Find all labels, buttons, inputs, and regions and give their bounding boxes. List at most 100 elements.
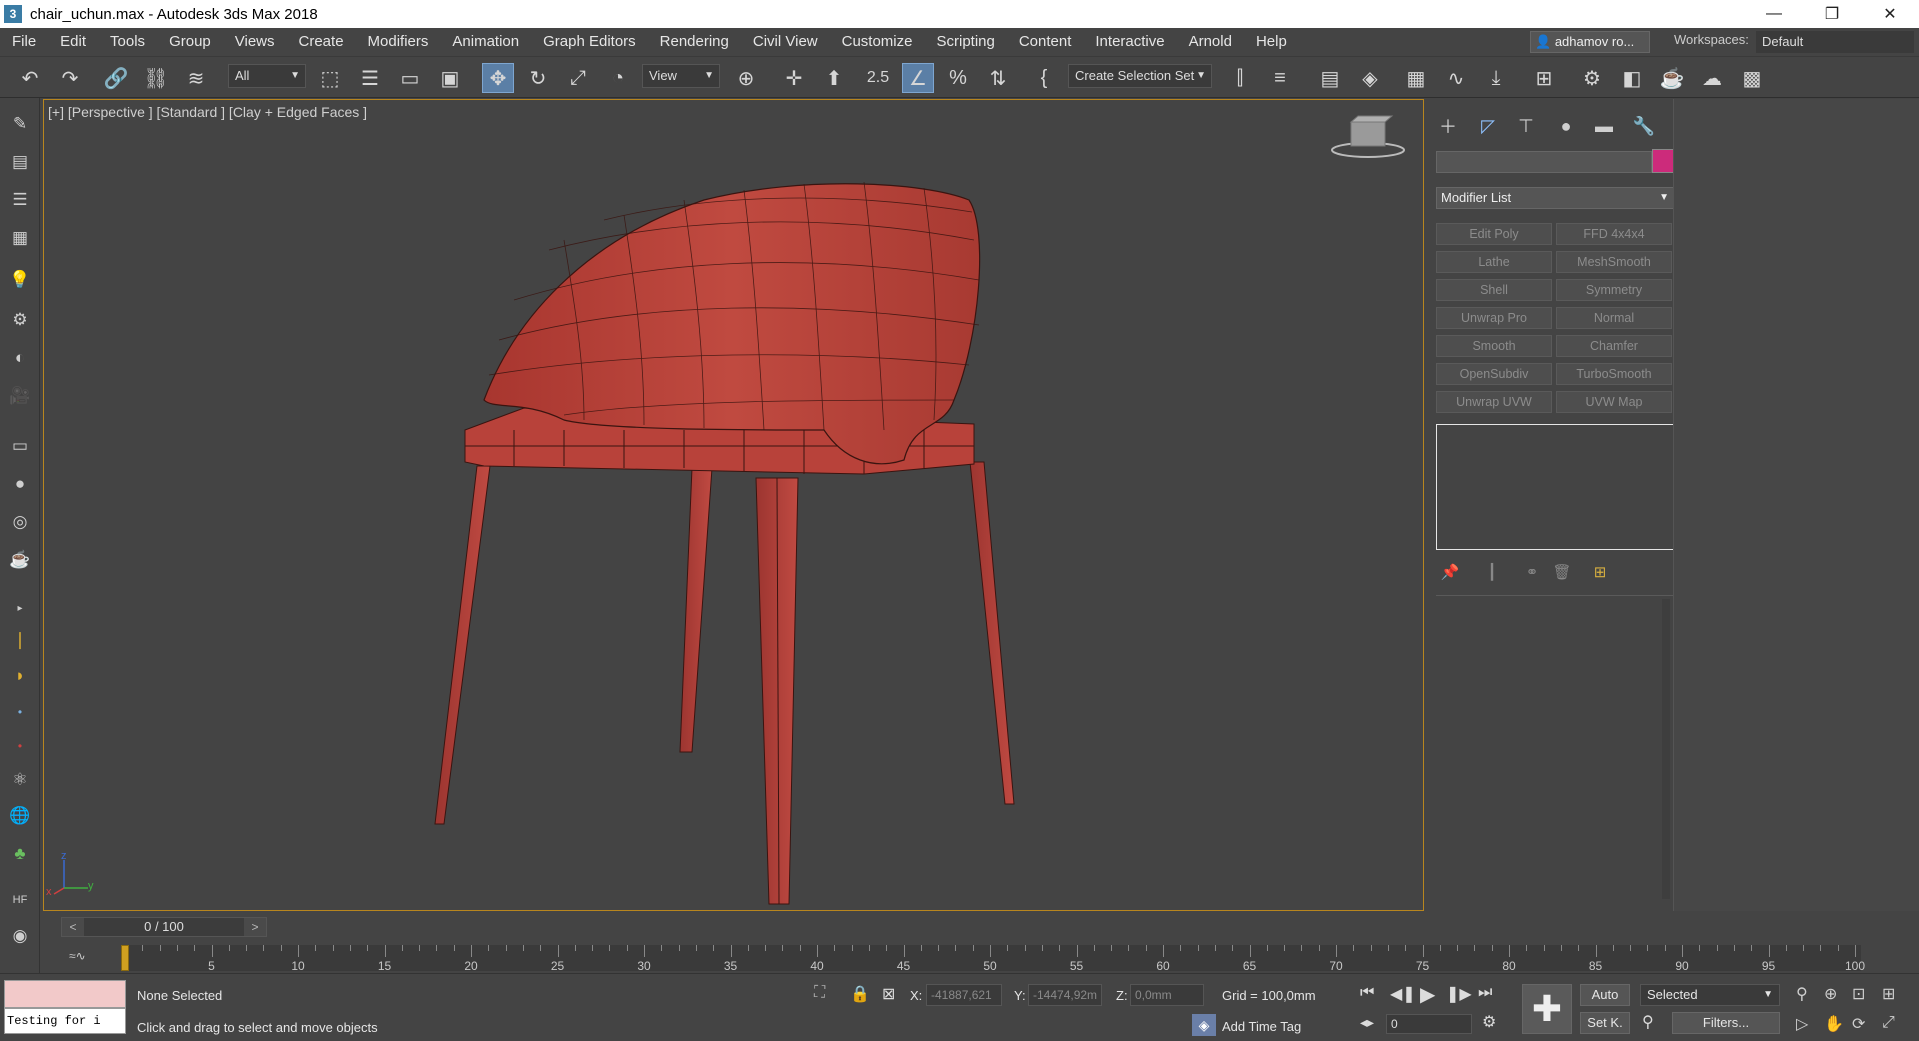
menu-arnold[interactable]: Arnold <box>1177 28 1244 56</box>
maximize-viewport-icon[interactable]: ⤢ <box>1882 1014 1895 1032</box>
select-and-scale-icon[interactable]: ⤢ <box>562 63 594 93</box>
reference-coordinate-dropdown[interactable]: View ▼ <box>642 64 720 88</box>
go-to-start-icon[interactable]: ⏮ <box>1360 984 1374 1002</box>
globe-icon[interactable]: 🌐 <box>8 804 32 828</box>
modifier-stack[interactable] <box>1436 424 1676 550</box>
chair-model[interactable] <box>44 100 1424 911</box>
menu-help[interactable]: Help <box>1244 28 1299 56</box>
zoom-icon[interactable]: ⚲ <box>1796 984 1808 1004</box>
modifier-ffd-button[interactable]: FFD 4x4x4 <box>1556 223 1672 245</box>
motion-tab-icon[interactable]: ● <box>1552 113 1580 139</box>
select-object-icon[interactable]: ⬚ <box>314 63 346 93</box>
minimize-button[interactable]: — <box>1745 0 1803 28</box>
object-color-swatch[interactable] <box>1652 149 1674 173</box>
a360-gallery-icon[interactable]: ▩ <box>1736 63 1768 93</box>
table-icon[interactable]: ▦ <box>8 226 32 250</box>
key-mode-toggle-icon[interactable]: ⚲ <box>1642 1012 1654 1032</box>
track-bar[interactable]: 0510152025303540455055606570758085909510… <box>121 945 1865 973</box>
spot-icon[interactable]: ◗ <box>8 664 32 688</box>
keyboard-shortcut-override-icon[interactable]: ⬆ <box>818 63 850 93</box>
camera-icon[interactable]: 🎥 <box>8 384 32 408</box>
maxscript-listener[interactable]: Testing for i <box>4 980 126 1036</box>
helper-icon[interactable]: ⚙ <box>8 308 32 332</box>
modify-tab-icon[interactable]: ◸ <box>1474 113 1502 139</box>
menu-customize[interactable]: Customize <box>830 28 925 56</box>
rect-selection-icon[interactable]: ▭ <box>394 63 426 93</box>
render-in-cloud-icon[interactable]: ☁ <box>1696 63 1728 93</box>
toggle-ribbon-icon[interactable]: ▦ <box>1400 63 1432 93</box>
utilities-tab-icon[interactable]: 🔧 <box>1630 113 1658 139</box>
list-icon[interactable]: ☰ <box>8 188 32 212</box>
zoom-all-icon[interactable]: ⊕ <box>1824 984 1837 1004</box>
menu-modifiers[interactable]: Modifiers <box>356 28 441 56</box>
modifier-smooth-button[interactable]: Smooth <box>1436 335 1552 357</box>
object-name-input[interactable] <box>1436 151 1652 173</box>
modifier-unwrap-pro-button[interactable]: Unwrap Pro <box>1436 307 1552 329</box>
viewport-label[interactable]: [+] [Perspective ] [Standard ] [Clay + E… <box>48 104 367 120</box>
z-coord-field[interactable]: 0,0mm <box>1130 984 1204 1006</box>
torus-icon[interactable]: ◎ <box>8 510 32 534</box>
schematic-view-icon[interactable]: ⤓ <box>1480 63 1512 93</box>
scene-explorer-icon[interactable]: ▤ <box>1314 63 1346 93</box>
arrow-right-icon[interactable]: ▸ <box>8 596 32 620</box>
rendered-frame-window-icon[interactable]: ◧ <box>1616 63 1648 93</box>
modifier-normal-button[interactable]: Normal <box>1556 307 1672 329</box>
speaker-icon[interactable]: ◐ <box>8 346 32 370</box>
layer-explorer-icon[interactable]: ◈ <box>1354 63 1386 93</box>
create-icon[interactable]: ✎ <box>8 112 32 136</box>
zoom-extents-all-icon[interactable]: ⊞ <box>1882 984 1895 1004</box>
window-crossing-icon[interactable]: ▣ <box>434 63 466 93</box>
key-mode-icon[interactable]: ✛ <box>778 63 810 93</box>
key-filters-button[interactable]: Filters... <box>1672 1012 1780 1034</box>
modifier-meshsmooth-button[interactable]: MeshSmooth <box>1556 251 1672 273</box>
select-by-name-icon[interactable]: ☰ <box>354 63 386 93</box>
redo-icon[interactable]: ↷ <box>54 63 86 93</box>
dot-blue-icon[interactable]: • <box>8 700 32 724</box>
select-and-place-icon[interactable]: ◔ <box>602 63 634 93</box>
set-key-big-icon[interactable]: ✚ <box>1522 984 1572 1034</box>
close-button[interactable]: ✕ <box>1861 0 1919 28</box>
percent-snap-icon[interactable]: % <box>942 63 974 93</box>
light-bulb-icon[interactable]: ❘ <box>8 628 32 652</box>
teapot-icon[interactable]: ☕ <box>8 548 32 572</box>
mini-curve-editor-icon[interactable]: ≈∿ <box>69 949 86 963</box>
y-coord-field[interactable]: -14474,92m <box>1028 984 1102 1006</box>
plant-icon[interactable]: ♣ <box>8 842 32 866</box>
show-end-result-icon[interactable]: ┃ <box>1480 561 1504 583</box>
menu-civil-view[interactable]: Civil View <box>741 28 830 56</box>
restore-button[interactable]: ❐ <box>1803 0 1861 28</box>
user-account-dropdown[interactable]: 👤 adhamov ro... <box>1530 31 1650 53</box>
viewcube[interactable] <box>1328 112 1408 162</box>
pan-view-icon[interactable]: ✋ <box>1824 1014 1844 1034</box>
spinner-snap-icon[interactable]: ⇅ <box>982 63 1014 93</box>
modifier-symmetry-button[interactable]: Symmetry <box>1556 279 1672 301</box>
menu-graph-editors[interactable]: Graph Editors <box>531 28 648 56</box>
hierarchy-tab-icon[interactable]: ⊤ <box>1512 113 1540 139</box>
zoom-extents-icon[interactable]: ⊡ <box>1852 984 1865 1004</box>
create-tab-icon[interactable]: ＋ <box>1434 113 1462 139</box>
menu-file[interactable]: File <box>0 28 48 56</box>
selection-lock-icon[interactable]: 🔒 <box>850 984 870 1004</box>
unlink-icon[interactable]: ⛓ <box>140 63 172 93</box>
menu-rendering[interactable]: Rendering <box>648 28 741 56</box>
modifier-list-dropdown[interactable]: Modifier List ▼ <box>1436 187 1676 209</box>
bind-space-warp-icon[interactable]: ≋ <box>180 63 212 93</box>
menu-views[interactable]: Views <box>223 28 287 56</box>
field-of-view-icon[interactable]: ▷ <box>1796 1014 1808 1034</box>
menu-tools[interactable]: Tools <box>98 28 157 56</box>
modifier-opensubdiv-button[interactable]: OpenSubdiv <box>1436 363 1552 385</box>
render-setup-icon[interactable]: ⚙ <box>1576 63 1608 93</box>
menu-content[interactable]: Content <box>1007 28 1084 56</box>
key-filter-selected-dropdown[interactable]: Selected ▼ <box>1640 984 1780 1006</box>
particle-icon[interactable]: ⚛ <box>8 768 32 792</box>
time-tag-icon[interactable]: ◈ <box>1192 1014 1216 1036</box>
sphere-icon[interactable]: ● <box>8 472 32 496</box>
time-config-arrows-icon[interactable]: ◂▸ <box>1360 1014 1374 1031</box>
set-key-button[interactable]: Set K. <box>1580 1012 1630 1034</box>
modifier-edit-poly-button[interactable]: Edit Poly <box>1436 223 1552 245</box>
undo-icon[interactable]: ↶ <box>14 63 46 93</box>
hair-icon[interactable]: ◉ <box>8 924 32 948</box>
modifier-chamfer-button[interactable]: Chamfer <box>1556 335 1672 357</box>
selection-filter-dropdown[interactable]: All ▼ <box>228 64 306 88</box>
x-coord-field[interactable]: -41887,621 <box>926 984 1002 1006</box>
